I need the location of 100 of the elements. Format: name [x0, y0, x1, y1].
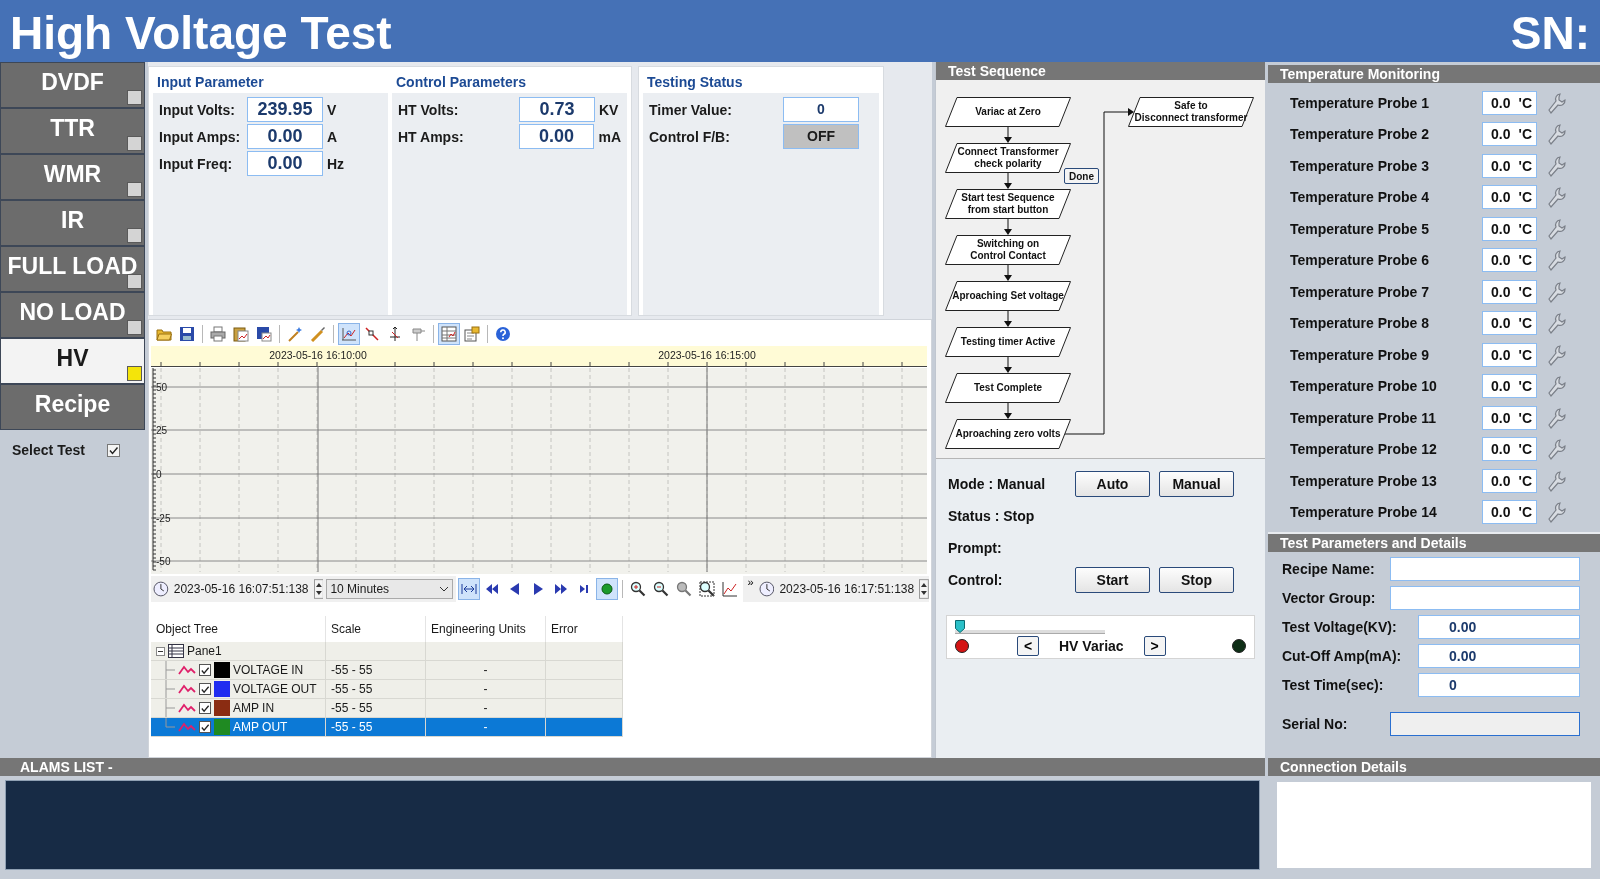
control-label: Control: — [948, 571, 1004, 590]
table-button[interactable] — [438, 323, 460, 345]
unit-label: Hz — [327, 155, 345, 172]
status-indicator — [127, 182, 142, 197]
nav-button[interactable]: Recipe — [0, 384, 145, 430]
printer-button[interactable] — [207, 323, 229, 345]
nav-button[interactable]: DVDF — [0, 62, 145, 108]
probe-label: Temperature Probe 12 — [1290, 441, 1438, 458]
trend-icon — [178, 664, 196, 676]
probe-label: Temperature Probe 14 — [1290, 504, 1438, 521]
field-label: Vector Group: — [1282, 589, 1377, 606]
field-label: Serial No: — [1282, 715, 1349, 732]
checkbox[interactable] — [106, 443, 120, 457]
unit-label: 'C — [1518, 189, 1532, 206]
tree-cell[interactable]: AMP OUT — [151, 718, 326, 737]
input-field[interactable] — [1390, 585, 1580, 610]
range-dropdown[interactable]: 10 Minutes — [326, 579, 453, 599]
probe-label: Temperature Probe 11 — [1290, 409, 1438, 426]
field-label: Test Time(sec): — [1282, 676, 1385, 693]
mode-button[interactable]: Manual — [1159, 471, 1234, 497]
tree-cell[interactable]: AMP IN — [151, 699, 326, 718]
wrench-icon[interactable] — [1547, 123, 1567, 146]
more-button[interactable]: » — [745, 576, 756, 588]
zoom-in-icon — [629, 581, 646, 597]
wrench-icon[interactable] — [1547, 280, 1567, 303]
checkbox[interactable] — [199, 721, 211, 733]
folder-icon — [156, 326, 172, 342]
checkbox[interactable] — [199, 664, 211, 676]
properties-button[interactable] — [461, 323, 483, 345]
decrease-button[interactable]: < — [1017, 636, 1039, 656]
expand-toggle[interactable] — [156, 646, 165, 656]
magnifier-icon — [675, 581, 692, 597]
wrench-icon[interactable] — [1547, 249, 1567, 272]
nav-button[interactable]: TTR — [0, 108, 145, 154]
axis-icon — [387, 326, 403, 342]
wrench-icon[interactable] — [1547, 186, 1567, 209]
tree-cell[interactable]: VOLTAGE IN — [151, 661, 326, 680]
probe-value: 0.0 — [1491, 441, 1511, 458]
end-time-field[interactable]: 2023-05-16 16:17:51:138 — [777, 582, 917, 596]
probe-value: 0.0 — [1491, 346, 1511, 363]
trend-icon — [178, 702, 196, 714]
nav-button[interactable]: FULL LOAD — [0, 246, 145, 292]
wrench-icon[interactable] — [1547, 438, 1567, 461]
wrench-icon[interactable] — [1547, 91, 1567, 114]
wrench-icon[interactable] — [1547, 154, 1567, 177]
record-icon — [598, 581, 615, 597]
wrench-icon[interactable] — [1547, 217, 1567, 240]
input-field[interactable]: 0 — [1418, 672, 1580, 697]
checkbox[interactable] — [199, 702, 211, 714]
wrench-icon[interactable] — [1547, 312, 1567, 335]
control-button[interactable]: Start — [1075, 567, 1150, 593]
prompt-label: Prompt: — [948, 539, 1003, 558]
spin-button[interactable] — [919, 579, 929, 599]
tree-label: VOLTAGE OUT — [233, 681, 317, 698]
nav-button[interactable]: HV — [0, 338, 145, 384]
start-time-field[interactable]: 2023-05-16 16:07:51:138 — [171, 582, 311, 596]
fit-width-button[interactable] — [457, 578, 480, 600]
wrench-icon[interactable] — [1547, 469, 1567, 492]
unit-label: 'C — [1518, 315, 1532, 332]
tree-cell[interactable]: VOLTAGE OUT — [151, 680, 326, 699]
value-field: 0.73 — [519, 97, 595, 122]
wrench-icon[interactable] — [1547, 406, 1567, 429]
unit-label: V — [327, 101, 337, 118]
axis-label: 2023-05-16 16:15:00 — [658, 349, 756, 361]
zoom-box-icon — [698, 581, 715, 597]
mode-button[interactable]: Auto — [1075, 471, 1150, 497]
trend-icon — [178, 683, 196, 695]
axis-label: -50 — [156, 556, 171, 567]
input-field[interactable]: 0.00 — [1418, 614, 1580, 639]
unit-label: 'C — [1518, 220, 1532, 237]
clipboard-icon — [233, 326, 249, 342]
control-button[interactable]: Stop — [1159, 567, 1234, 593]
checkbox[interactable] — [199, 683, 211, 695]
fit-width-icon — [460, 581, 477, 597]
nav-button[interactable]: NO LOAD — [0, 292, 145, 338]
done-button[interactable]: Done — [1064, 168, 1099, 184]
probe-value: 0.0 — [1491, 220, 1511, 237]
table-cell: -55 - 55 — [326, 718, 426, 737]
wrench-icon[interactable] — [1547, 501, 1567, 524]
nav-button[interactable]: IR — [0, 200, 145, 246]
unit-label: 'C — [1518, 157, 1532, 174]
chart-cursor-button[interactable] — [338, 323, 360, 345]
wrench-icon[interactable] — [1547, 343, 1567, 366]
spin-button[interactable] — [313, 579, 324, 599]
nav-button[interactable]: WMR — [0, 154, 145, 200]
record-button[interactable] — [595, 578, 618, 600]
clock-icon — [153, 581, 169, 597]
probe-value: 0.0 — [1491, 189, 1511, 206]
unit-label: 'C — [1518, 378, 1532, 395]
status-indicator — [127, 136, 142, 151]
flowchart-step: Test Complete — [945, 373, 1071, 403]
slider-thumb[interactable] — [955, 620, 965, 633]
tree-line — [165, 661, 175, 679]
pin-icon — [410, 326, 426, 342]
input-field[interactable] — [1390, 556, 1580, 581]
input-field[interactable]: 0.00 — [1418, 643, 1580, 668]
probe-label: Temperature Probe 8 — [1290, 315, 1430, 332]
increase-button[interactable]: > — [1143, 636, 1166, 656]
wrench-icon[interactable] — [1547, 375, 1567, 398]
select-test-label: Select Test — [12, 442, 85, 458]
